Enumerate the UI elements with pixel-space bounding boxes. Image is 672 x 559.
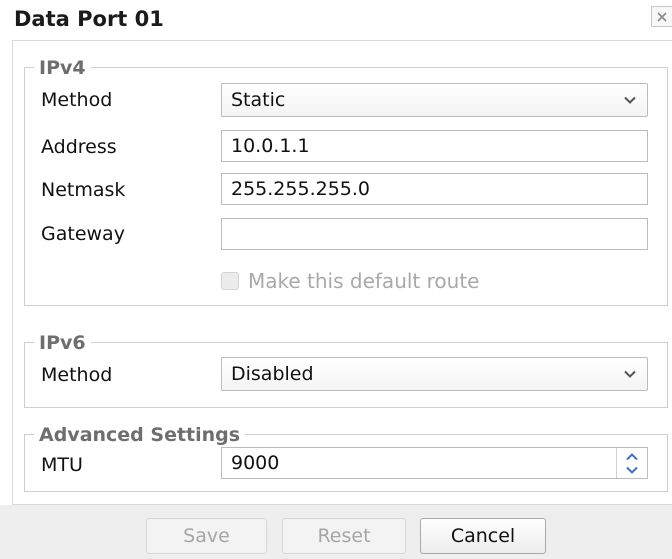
chevron-down-icon (613, 84, 647, 116)
default-route-label: Make this default route (248, 269, 480, 293)
spin-down-icon[interactable] (618, 463, 646, 476)
ipv4-method-select[interactable]: Static (221, 83, 648, 117)
ipv4-method-label: Method (41, 89, 113, 111)
ipv6-legend: IPv6 (34, 331, 91, 355)
address-label: Address (41, 136, 117, 158)
mtu-value: 9000 (231, 452, 280, 474)
ipv4-fieldset: IPv4 Method Static Address 10.0.1.1 Netm… (24, 56, 668, 306)
default-route-checkbox[interactable] (221, 272, 239, 290)
ipv6-method-value: Disabled (231, 363, 314, 385)
ipv4-method-value: Static (231, 89, 286, 111)
ipv6-fieldset: IPv6 Method Disabled (24, 331, 668, 408)
dialog-body: IPv4 Method Static Address 10.0.1.1 Netm… (12, 40, 672, 505)
dialog-title: Data Port 01 (14, 7, 164, 31)
close-icon (657, 11, 667, 22)
gateway-field[interactable] (221, 218, 648, 250)
mtu-label: MTU (41, 454, 83, 476)
ipv6-method-select[interactable]: Disabled (221, 357, 648, 391)
gateway-label: Gateway (41, 223, 125, 245)
dialog-footer: Save Reset Cancel (0, 505, 672, 559)
advanced-fieldset: Advanced Settings MTU 9000 (24, 423, 668, 492)
save-button[interactable]: Save (146, 518, 267, 554)
netmask-label: Netmask (41, 179, 126, 201)
reset-button[interactable]: Reset (282, 518, 406, 554)
mtu-spinner (616, 448, 647, 478)
dialog-titlebar: Data Port 01 (0, 0, 672, 40)
cancel-button[interactable]: Cancel (420, 518, 546, 554)
spin-up-icon[interactable] (618, 450, 646, 463)
dialog: Data Port 01 IPv4 Method Static Address … (0, 0, 672, 559)
close-button[interactable] (651, 6, 672, 27)
advanced-legend: Advanced Settings (34, 423, 246, 447)
mtu-stepper[interactable]: 9000 (221, 447, 648, 479)
address-field[interactable]: 10.0.1.1 (221, 130, 648, 162)
ipv6-method-label: Method (41, 364, 113, 386)
chevron-down-icon (613, 358, 647, 390)
default-route-row: Make this default route (221, 269, 479, 293)
ipv4-legend: IPv4 (34, 56, 91, 80)
netmask-field[interactable]: 255.255.255.0 (221, 173, 648, 205)
